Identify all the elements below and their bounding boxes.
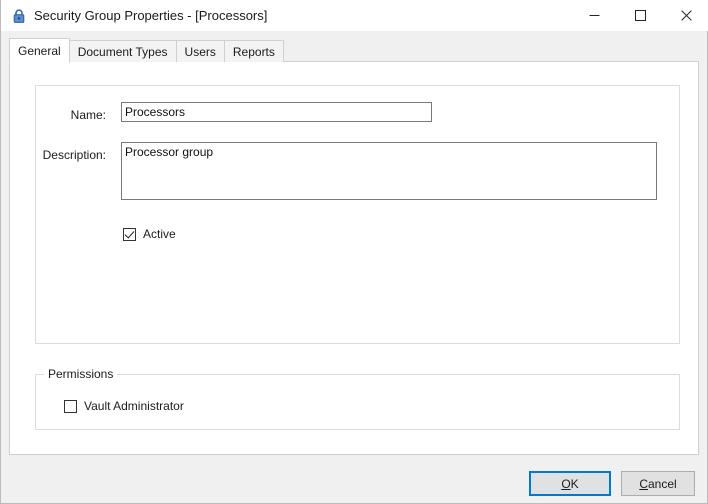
name-input[interactable] (121, 102, 432, 122)
active-checkbox-row[interactable]: Active (123, 228, 176, 241)
tab-general[interactable]: General (9, 38, 70, 63)
vault-administrator-checkbox[interactable] (64, 400, 77, 413)
tab-users[interactable]: Users (175, 40, 225, 62)
general-fields-group: Name: Description: Active (35, 85, 680, 344)
ok-accel: O (561, 476, 571, 491)
cancel-button[interactable]: Cancel (621, 471, 695, 496)
tab-panel-general: Name: Description: Active Permissions Va… (9, 61, 699, 455)
tab-document-types[interactable]: Document Types (68, 40, 177, 62)
vault-administrator-label: Vault Administrator (84, 399, 184, 413)
name-label: Name: (70, 108, 106, 122)
ok-rest: K (570, 476, 579, 491)
active-checkbox[interactable] (123, 228, 136, 241)
permissions-group: Permissions Vault Administrator (35, 368, 680, 430)
lock-icon (11, 8, 27, 24)
tab-reports[interactable]: Reports (223, 40, 284, 62)
description-label: Description: (42, 148, 106, 162)
cancel-rest: ancel (647, 476, 677, 491)
window-controls (571, 0, 708, 31)
tab-strip: General Document Types Users Reports (9, 38, 284, 63)
dialog-window: Security Group Properties - [Processors]… (0, 0, 708, 504)
title-bar: Security Group Properties - [Processors] (1, 0, 708, 31)
description-input[interactable] (121, 142, 657, 200)
cancel-accel: C (639, 476, 648, 491)
minimize-icon[interactable] (571, 0, 617, 31)
close-icon[interactable] (663, 0, 708, 31)
window-title: Security Group Properties - [Processors] (34, 8, 268, 23)
maximize-icon[interactable] (617, 0, 663, 31)
active-checkbox-label: Active (143, 227, 176, 241)
vault-administrator-checkbox-row[interactable]: Vault Administrator (64, 400, 184, 413)
ok-button[interactable]: OK (529, 471, 611, 496)
permissions-legend: Permissions (44, 368, 118, 380)
